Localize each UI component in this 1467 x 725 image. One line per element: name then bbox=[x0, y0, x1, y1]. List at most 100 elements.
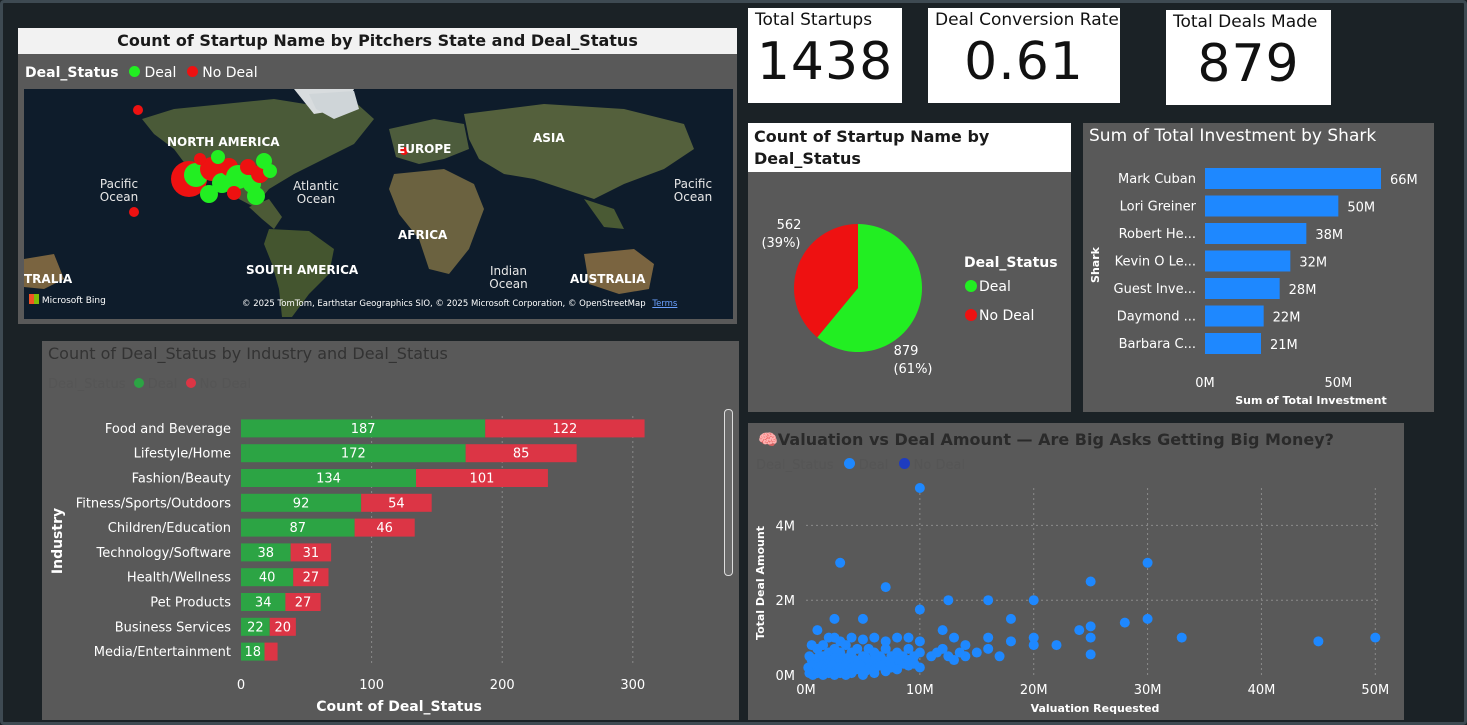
x-tick-label: 300 bbox=[620, 678, 645, 693]
scatter-point bbox=[1085, 632, 1096, 643]
bar-deal-label: 172 bbox=[341, 447, 366, 462]
shark-value-label: 32M bbox=[1299, 256, 1327, 271]
windows-icon bbox=[29, 294, 39, 304]
kpi-conversion-rate[interactable]: Deal Conversion Rate 0.61 bbox=[928, 8, 1120, 103]
map-legend-deal: Deal bbox=[144, 65, 177, 81]
scrollbar[interactable] bbox=[724, 409, 733, 576]
category-label: Pet Products bbox=[150, 596, 231, 611]
bar-no-deal-label: 31 bbox=[303, 546, 320, 561]
bar-no-deal bbox=[264, 642, 278, 661]
scatter-point bbox=[914, 647, 925, 658]
shark-value-label: 21M bbox=[1270, 338, 1298, 353]
industry-panel[interactable]: Count of Deal_Status by Industry and Dea… bbox=[42, 341, 739, 720]
y-axis-title: Shark bbox=[1089, 246, 1102, 283]
bar-no-deal-label: 85 bbox=[513, 447, 530, 462]
y-axis-title: Industry bbox=[50, 508, 66, 574]
scatter-point bbox=[983, 595, 994, 606]
scatter-panel[interactable]: 🧠Valuation vs Deal Amount — Are Big Asks… bbox=[748, 423, 1404, 720]
scatter-point bbox=[1085, 621, 1096, 632]
scatter-point bbox=[1142, 557, 1153, 568]
scatter-point bbox=[829, 613, 840, 624]
category-label: Food and Beverage bbox=[105, 422, 231, 437]
shark-name-label: Daymond ... bbox=[1117, 310, 1196, 325]
scatter-chart: 0M 10M 20M 30M 40M 50M 0M 2M 4M Valuation Request… bbox=[754, 483, 1389, 715]
legend-dot-no-deal bbox=[186, 66, 198, 77]
shark-chart: Mark Cuban 66M Lori Greiner 50M Robert He...… bbox=[1089, 168, 1418, 407]
y-tick-label: 4M bbox=[776, 519, 796, 534]
kpi-label: Deal Conversion Rate bbox=[935, 10, 1119, 30]
map-label-asia: ASIA bbox=[533, 131, 565, 145]
map-label-australia: AUSTRALIA bbox=[570, 272, 646, 286]
map-legend-no-deal: No Deal bbox=[202, 65, 258, 81]
map-label-pacific-right: Pacific Ocean bbox=[673, 177, 713, 204]
scatter-point bbox=[943, 595, 954, 606]
kpi-value: 879 bbox=[1197, 34, 1300, 94]
map-label-atlantic: Atlantic Ocean bbox=[293, 179, 339, 206]
bar-deal-label: 87 bbox=[290, 521, 307, 536]
bar-no-deal-label: 20 bbox=[275, 620, 292, 635]
category-label: Technology/Software bbox=[95, 546, 231, 561]
map-label-north-america: NORTH AMERICA bbox=[167, 135, 280, 149]
bar-no-deal-label: 54 bbox=[388, 496, 405, 511]
scatter-point bbox=[892, 664, 903, 675]
map-label-australia-left: TRALIA bbox=[24, 272, 73, 286]
bar-no-deal-label: 27 bbox=[303, 571, 320, 586]
bing-logo-text: Microsoft Bing bbox=[41, 296, 106, 306]
pie-legend-label: Deal bbox=[979, 279, 1011, 295]
kpi-total-startups[interactable]: Total Startups 1438 bbox=[748, 8, 902, 103]
category-label: Lifestyle/Home bbox=[134, 447, 231, 462]
x-tick-label: 50M bbox=[1361, 683, 1389, 698]
kpi-value: 0.61 bbox=[964, 32, 1084, 92]
map-bubble bbox=[129, 207, 139, 217]
scatter-point bbox=[903, 632, 914, 643]
category-label: Fashion/Beauty bbox=[132, 472, 232, 487]
map-legend-title: Deal_Status bbox=[25, 65, 119, 81]
x-axis-title: Valuation Requested bbox=[1031, 702, 1160, 715]
shark-bar bbox=[1205, 195, 1339, 217]
category-label: Business Services bbox=[115, 620, 232, 635]
bar-deal-label: 34 bbox=[255, 596, 272, 611]
map-legend: Deal_Status Deal No Deal bbox=[25, 65, 258, 81]
bar-deal-label: 22 bbox=[247, 620, 264, 635]
shark-name-label: Barbara C... bbox=[1119, 337, 1196, 352]
map-label-indian-ocean: Indian Ocean bbox=[489, 264, 528, 291]
category-label: Children/Education bbox=[108, 521, 231, 536]
shark-panel[interactable]: Sum of Total Investment by Shark Mark Cu… bbox=[1083, 123, 1434, 412]
legend-dot-deal bbox=[129, 66, 141, 77]
shark-name-label: Lori Greiner bbox=[1120, 200, 1197, 215]
scatter-point bbox=[1370, 632, 1381, 643]
shark-bar bbox=[1205, 250, 1291, 272]
x-tick-label: 10M bbox=[906, 683, 934, 698]
pie-panel[interactable]: Count of Startup Name by Deal_Status 562… bbox=[748, 123, 1071, 412]
bar-no-deal-label: 101 bbox=[470, 472, 495, 487]
x-axis-title: Count of Deal_Status bbox=[316, 699, 482, 715]
category-label: Media/Entertainment bbox=[94, 645, 231, 660]
scatter-point bbox=[914, 483, 925, 493]
shark-name-label: Guest Inve... bbox=[1114, 282, 1196, 297]
map-label-europe: EUROPE bbox=[397, 142, 452, 156]
x-tick-label: 100 bbox=[359, 678, 384, 693]
x-tick-label: 0 bbox=[237, 678, 245, 693]
map-bubble bbox=[227, 186, 241, 200]
bing-logo: Microsoft Bing bbox=[29, 294, 106, 306]
bar-deal-label: 40 bbox=[259, 571, 276, 586]
scatter-point bbox=[1028, 595, 1039, 606]
scatter-point bbox=[1074, 625, 1085, 636]
terms-link[interactable]: Terms bbox=[652, 299, 677, 309]
kpi-total-deals[interactable]: Total Deals Made 879 bbox=[1166, 10, 1331, 105]
bar-no-deal-label: 46 bbox=[376, 521, 393, 536]
pie-chart: 562 (39%) 879 (61%) Deal_Status Deal No Deal bbox=[761, 218, 1058, 377]
scatter-point bbox=[971, 647, 982, 658]
category-label: Health/Wellness bbox=[127, 571, 231, 586]
category-label: Fitness/Sports/Outdoors bbox=[76, 496, 232, 511]
world-map[interactable]: NORTH AMERICA EUROPE ASIA Pacific Ocean … bbox=[24, 89, 733, 319]
pie-legend-title: Deal_Status bbox=[964, 255, 1058, 271]
scatter-point bbox=[949, 632, 960, 643]
attribution-text: © 2025 TomTom, Earthstar Geographics SIO… bbox=[242, 299, 646, 309]
scatter-point bbox=[994, 651, 1005, 662]
x-tick-label: 200 bbox=[490, 678, 515, 693]
shark-value-label: 38M bbox=[1315, 228, 1343, 243]
industry-chart: 0 100 200 300 Food and Beverage 187 122 Lifesty… bbox=[50, 416, 645, 715]
pie-pct-label: (61%) bbox=[893, 362, 932, 377]
shark-bar bbox=[1205, 278, 1280, 299]
